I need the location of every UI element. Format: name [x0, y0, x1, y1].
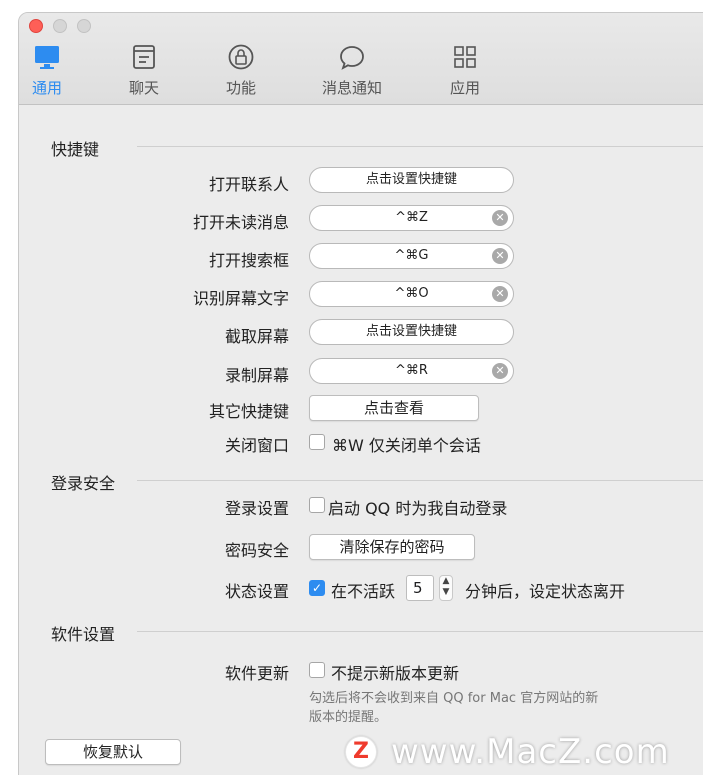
- auto-login-label: 启动 QQ 时为我自动登录: [328, 499, 508, 518]
- auto-login-checkbox[interactable]: [309, 497, 325, 513]
- chat-window-icon: [133, 45, 155, 69]
- update-hint-text: 勾选后将不会收到来自 QQ for Mac 官方网站的新版本的提醒。: [309, 691, 599, 725]
- divider: [137, 146, 703, 147]
- restore-defaults-button[interactable]: 恢复默认: [45, 739, 181, 765]
- inactive-minutes-input[interactable]: 5: [406, 575, 434, 601]
- toolbar: 通用 聊天 功能 消息通知 应用: [19, 13, 703, 105]
- divider: [137, 480, 703, 481]
- section-title-software: 软件设置: [51, 625, 116, 644]
- clear-password-button[interactable]: 清除保存的密码: [309, 534, 475, 560]
- shortcut-label-contacts: 打开联系人: [208, 175, 289, 194]
- close-window-button[interactable]: [29, 19, 43, 33]
- close-window-label: 关闭窗口: [224, 436, 289, 455]
- shortcut-field-unread[interactable]: ^⌘Z ✕: [309, 205, 514, 231]
- password-security-label: 密码安全: [224, 541, 289, 560]
- shortcut-field-record[interactable]: ^⌘R ✕: [309, 358, 514, 384]
- shortcut-label-ocr: 识别屏幕文字: [192, 289, 289, 308]
- minutes-stepper[interactable]: ▲ ▼: [439, 575, 453, 601]
- section-title-shortcuts: 快捷键: [51, 140, 100, 159]
- shortcut-label-screenshot: 截取屏幕: [224, 327, 289, 346]
- tab-notifications[interactable]: 消息通知: [312, 43, 392, 98]
- clear-icon[interactable]: ✕: [492, 363, 508, 379]
- section-title-login: 登录安全: [51, 474, 116, 493]
- tab-features[interactable]: 功能: [201, 43, 281, 98]
- divider: [137, 631, 703, 632]
- tab-apps[interactable]: 应用: [425, 43, 505, 98]
- watermark-logo: Z: [345, 736, 377, 768]
- zoom-window-button[interactable]: [77, 19, 91, 33]
- grid-icon: [454, 46, 476, 68]
- tab-label: 应用: [449, 79, 480, 97]
- preferences-window: 通用 聊天 功能 消息通知 应用 快捷键 打开联系人 点击设置快捷键 打开未读消…: [18, 12, 703, 775]
- inactive-prefix-label: 在不活跃: [331, 582, 396, 601]
- shortcut-label-unread: 打开未读消息: [192, 213, 289, 232]
- tab-general[interactable]: 通用: [19, 43, 87, 98]
- inactive-checkbox[interactable]: ✓: [309, 580, 325, 596]
- status-settings-label: 状态设置: [224, 582, 289, 601]
- no-update-prompt-label: 不提示新版本更新: [331, 664, 460, 683]
- tab-label: 消息通知: [321, 79, 382, 97]
- shortcut-value: ^⌘G: [394, 248, 429, 263]
- tab-label: 功能: [225, 79, 256, 97]
- no-update-prompt-checkbox[interactable]: [309, 662, 325, 678]
- shortcut-label-record: 录制屏幕: [224, 366, 289, 385]
- shortcut-field-search[interactable]: ^⌘G ✕: [309, 243, 514, 269]
- other-shortcuts-label: 其它快捷键: [208, 402, 289, 421]
- tab-label: 聊天: [128, 79, 159, 97]
- speech-bubble-icon: [340, 46, 364, 70]
- shortcut-label-search: 打开搜索框: [208, 251, 289, 270]
- minimize-window-button[interactable]: [53, 19, 67, 33]
- software-update-label: 软件更新: [224, 664, 289, 683]
- shortcut-field-screenshot[interactable]: 点击设置快捷键: [309, 319, 514, 345]
- view-shortcuts-button[interactable]: 点击查看: [309, 395, 479, 421]
- clear-icon[interactable]: ✕: [492, 286, 508, 302]
- tab-chat[interactable]: 聊天: [104, 43, 184, 98]
- shortcut-value: ^⌘O: [394, 286, 429, 301]
- shortcut-field-ocr[interactable]: ^⌘O ✕: [309, 281, 514, 307]
- watermark-text: www.MacZ.com: [391, 732, 670, 772]
- watermark: Z www.MacZ.com: [345, 732, 670, 772]
- login-settings-label: 登录设置: [224, 499, 289, 518]
- monitor-icon: [35, 46, 59, 69]
- shortcut-field-contacts[interactable]: 点击设置快捷键: [309, 167, 514, 193]
- tab-label: 通用: [31, 79, 62, 97]
- shortcut-value: ^⌘R: [395, 363, 428, 378]
- close-single-option-label: ⌘W 仅关闭单个会话: [332, 436, 481, 455]
- clear-icon[interactable]: ✕: [492, 248, 508, 264]
- shortcut-value: ^⌘Z: [395, 210, 428, 225]
- close-single-checkbox[interactable]: [309, 434, 325, 450]
- clear-icon[interactable]: ✕: [492, 210, 508, 226]
- inactive-suffix-label: 分钟后，设定状态离开: [465, 582, 626, 601]
- general-panel: 快捷键 打开联系人 点击设置快捷键 打开未读消息 ^⌘Z ✕ 打开搜索框 ^⌘G…: [19, 106, 703, 775]
- lock-icon: [228, 44, 254, 70]
